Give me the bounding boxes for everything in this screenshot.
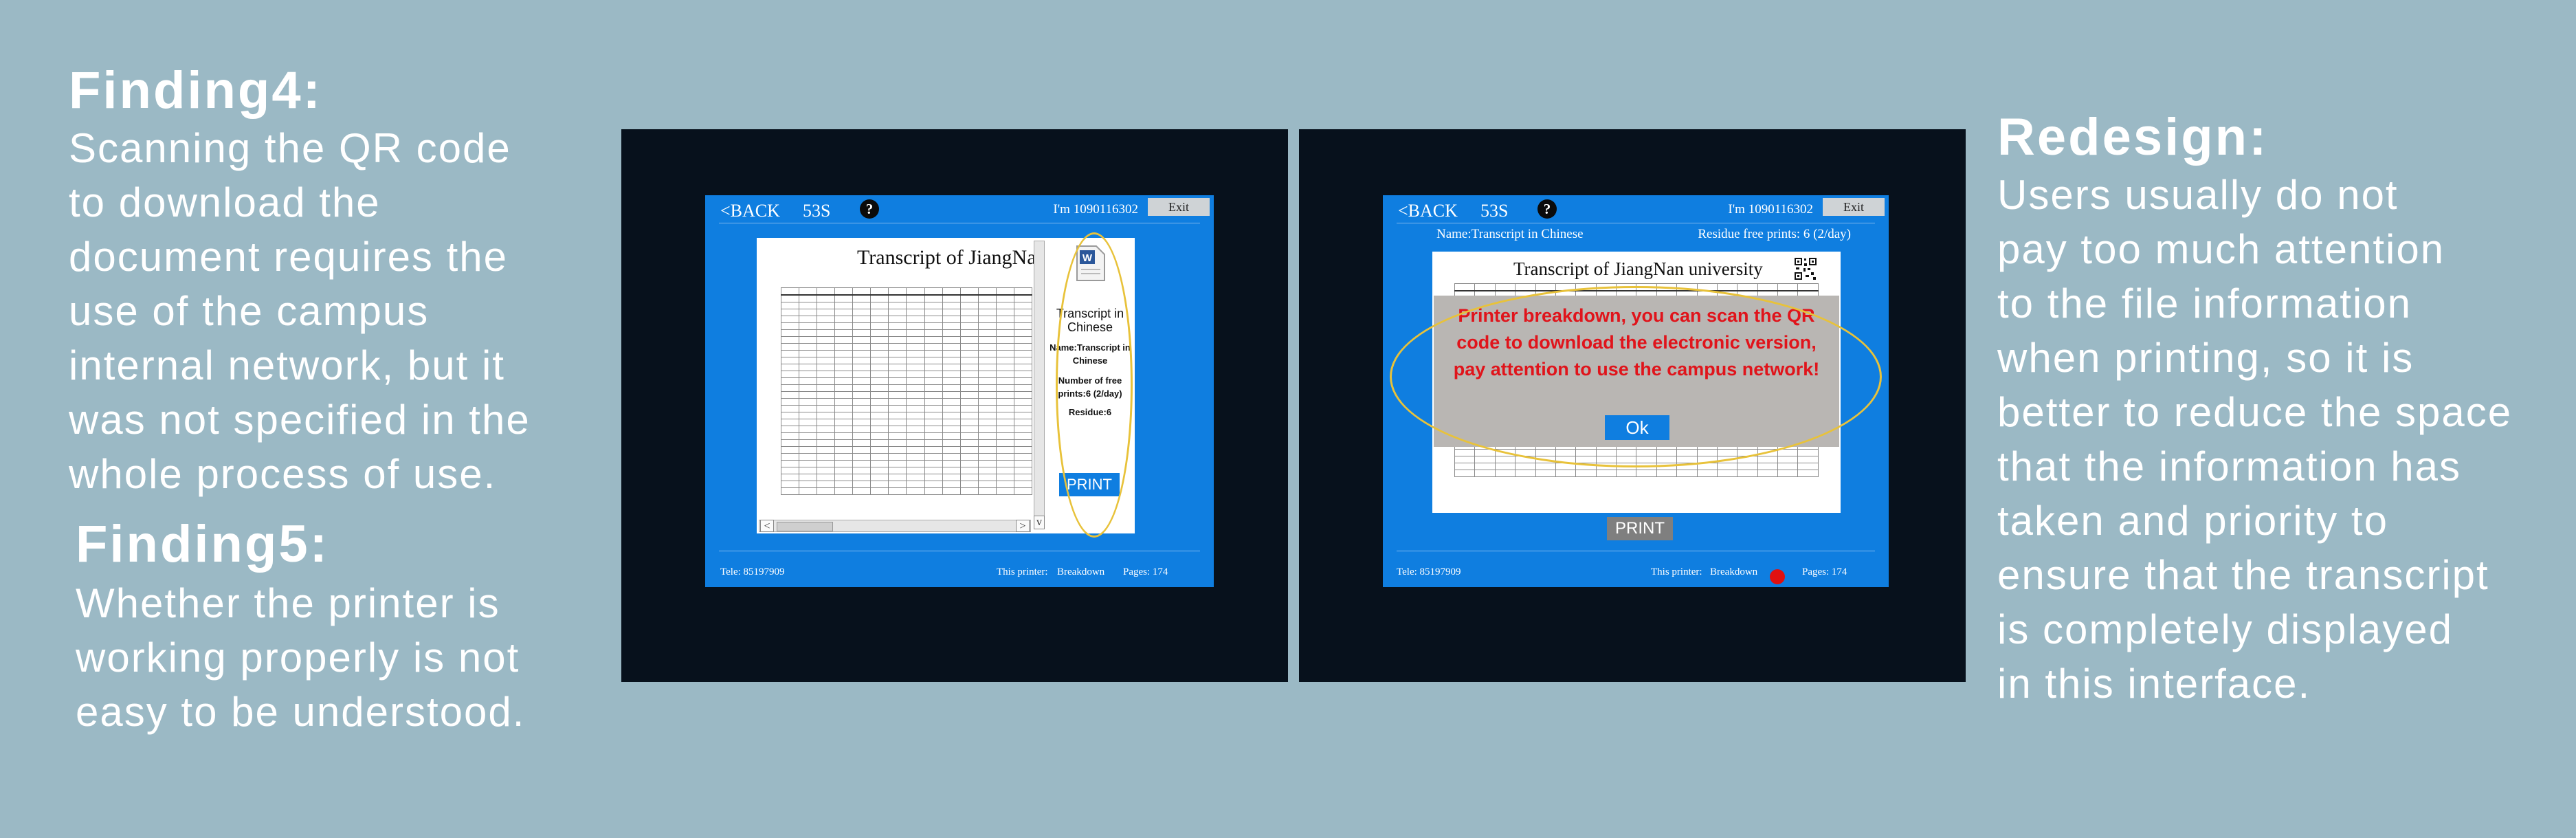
status-footer: Tele: 85197909 This printer: Breakdown P…: [705, 560, 1214, 587]
tele-number: Tele: 85197909: [1397, 566, 1461, 577]
page-count: Pages: 174: [1123, 566, 1168, 577]
kiosk-screen-current: <BACK 53S ? I'm 1090116302 Exit Transcri…: [705, 195, 1214, 587]
qr-code-icon[interactable]: [1794, 257, 1817, 280]
page-count: Pages: 174: [1802, 566, 1847, 577]
countdown-timer: 53S: [1480, 201, 1509, 221]
horizontal-scroll-thumb[interactable]: [777, 522, 833, 531]
help-icon[interactable]: ?: [860, 199, 879, 219]
exit-button[interactable]: Exit: [1148, 198, 1210, 216]
printer-label: This printer:: [1651, 566, 1702, 577]
countdown-timer: 53S: [803, 201, 831, 221]
scroll-right-button[interactable]: >: [1016, 520, 1030, 532]
highlight-oval: [1056, 232, 1133, 538]
file-name: Name:Transcript in Chinese: [1436, 227, 1584, 241]
printer-label: This printer:: [997, 566, 1048, 577]
transcript-table: [780, 287, 1033, 495]
vertical-scrollbar[interactable]: [1034, 241, 1045, 529]
top-bar: <BACK 53S ? I'm 1090116302 Exit: [705, 195, 1214, 223]
redesign-body: Users usually do not pay too much attent…: [1997, 172, 2513, 707]
finding5-heading: Finding5:: [76, 515, 329, 573]
exit-button[interactable]: Exit: [1823, 198, 1885, 216]
document-preview: Transcript of JiangNa: [757, 238, 1045, 533]
document-title: Transcript of JiangNan university: [1513, 258, 1763, 279]
help-icon[interactable]: ?: [1537, 199, 1557, 219]
residue-prints: Residue free prints: 6 (2/day): [1698, 227, 1851, 241]
scroll-down-button[interactable]: v: [1034, 516, 1045, 529]
back-button[interactable]: <BACK: [720, 201, 780, 221]
current-design-frame: <BACK 53S ? I'm 1090116302 Exit Transcri…: [621, 129, 1288, 682]
back-button[interactable]: <BACK: [1398, 201, 1458, 221]
highlight-oval: [1390, 286, 1882, 467]
kiosk-screen-redesign: <BACK 53S ? I'm 1090116302 Exit Name:Tra…: [1383, 195, 1889, 587]
printer-status: Breakdown: [1057, 566, 1105, 577]
printer-status: Breakdown: [1710, 566, 1758, 577]
top-bar: <BACK 53S ? I'm 1090116302 Exit: [1383, 195, 1889, 223]
status-footer: Tele: 85197909 This printer: Breakdown P…: [1383, 560, 1889, 587]
document-title: Transcript of JiangNa: [857, 246, 1036, 269]
finding4-body: Scanning the QR code to download the doc…: [69, 125, 531, 497]
scroll-left-button[interactable]: <: [760, 520, 774, 532]
redesign-frame: <BACK 53S ? I'm 1090116302 Exit Name:Tra…: [1299, 129, 1966, 682]
finding5-body: Whether the printer is working properly …: [76, 580, 526, 735]
tele-number: Tele: 85197909: [720, 566, 785, 577]
user-id: I'm 1090116302: [1728, 202, 1813, 217]
redesign-heading: Redesign:: [1997, 108, 2269, 166]
finding4-heading: Finding4:: [69, 61, 322, 120]
print-button[interactable]: PRINT: [1607, 517, 1673, 540]
user-id: I'm 1090116302: [1053, 202, 1138, 217]
